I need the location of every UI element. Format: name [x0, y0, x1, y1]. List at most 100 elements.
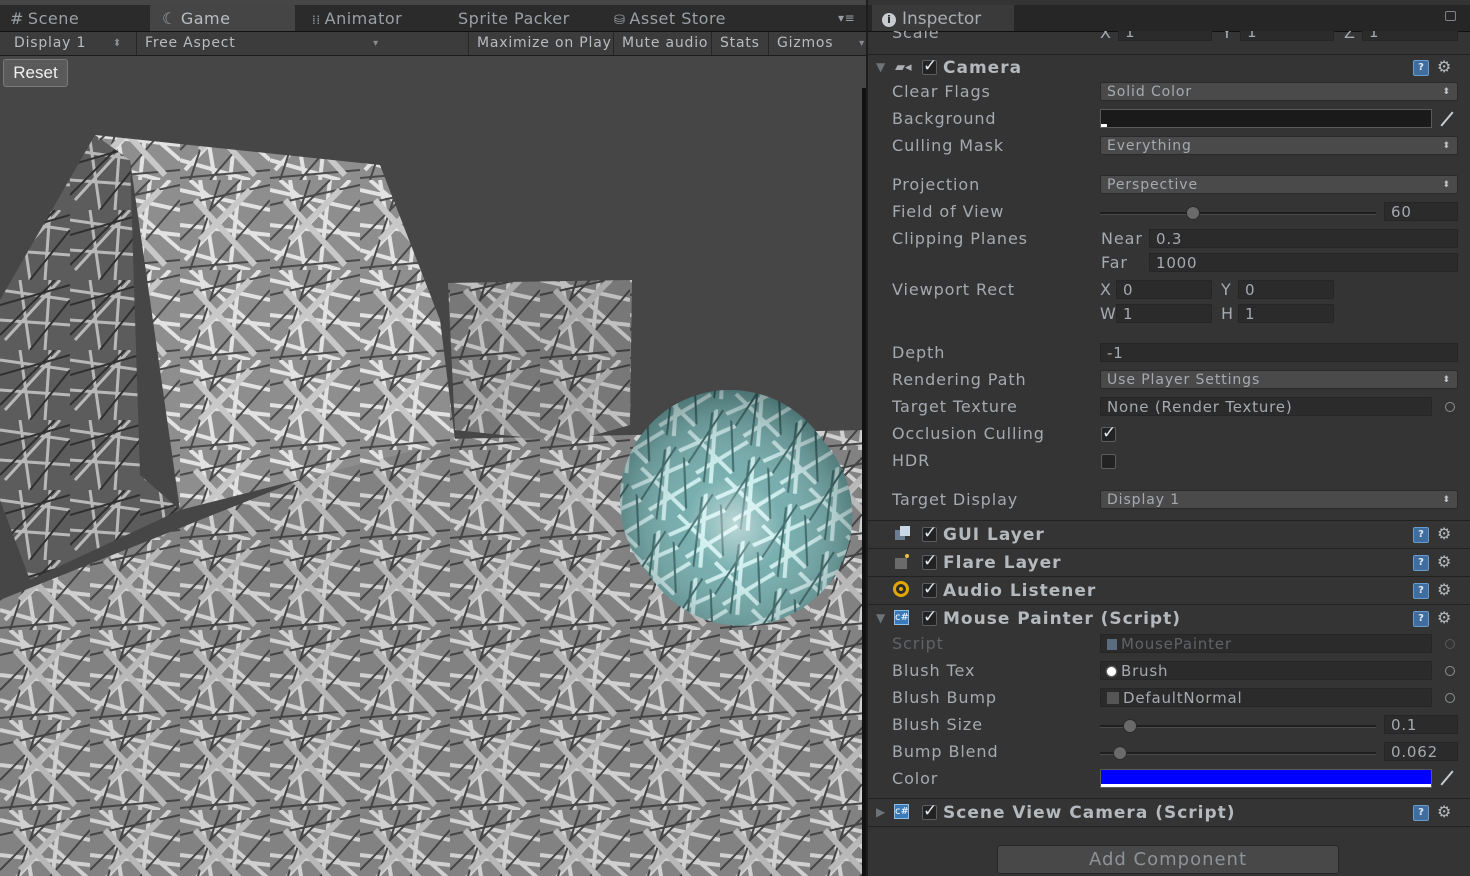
foldout-closed-icon[interactable]: ▶	[876, 805, 885, 819]
audio-listener-header[interactable]: Audio Listener ? ⚙	[868, 576, 1470, 604]
mouse-painter-enabled-checkbox[interactable]	[922, 607, 937, 627]
foldout-open-icon[interactable]: ▼	[876, 611, 885, 625]
occlusion-culling-checkbox[interactable]	[1101, 423, 1116, 443]
viewport-y-field[interactable]: 0	[1238, 280, 1334, 299]
background-color-swatch[interactable]	[1100, 109, 1432, 128]
add-component-button[interactable]: Add Component	[997, 845, 1339, 874]
bump-blend-slider-thumb[interactable]	[1113, 746, 1127, 760]
stats-toggle[interactable]: Stats	[711, 32, 760, 55]
rendering-path-dropdown[interactable]: Use Player Settings ⬍	[1100, 370, 1458, 389]
reset-button[interactable]: Reset	[3, 59, 68, 87]
script-icon: c#	[894, 610, 909, 625]
camera-header[interactable]: ▼ ▰◂ Camera ? ⚙	[868, 54, 1470, 82]
tab-sprite-packer[interactable]: Sprite Packer	[458, 5, 570, 31]
help-icon[interactable]: ?	[1413, 527, 1429, 543]
chevron-down-icon: ▾	[373, 38, 379, 49]
viewport-x-field[interactable]: 0	[1116, 280, 1212, 299]
scale-z-field[interactable]: 1	[1362, 31, 1458, 41]
clear-flags-dropdown[interactable]: Solid Color ⬍	[1100, 82, 1458, 101]
tab-scene-label: Scene	[27, 9, 80, 28]
display-dropdown[interactable]: Display 1 ⬍	[14, 32, 130, 55]
blush-size-slider[interactable]	[1100, 725, 1376, 728]
updown-arrow-icon: ⬍	[1442, 180, 1451, 190]
maximize-on-play-label: Maximize on Play	[477, 35, 612, 51]
object-picker-icon	[1445, 639, 1455, 649]
script-file-icon	[1107, 639, 1117, 650]
gui-layer-header[interactable]: GUI Layer ? ⚙	[868, 520, 1470, 548]
flare-layer-header[interactable]: Flare Layer ? ⚙	[868, 548, 1470, 576]
lock-icon[interactable]	[1445, 11, 1456, 21]
game-viewport[interactable]	[0, 88, 866, 876]
object-picker-icon[interactable]	[1445, 693, 1455, 703]
gizmos-dropdown[interactable]: Gizmos ▾	[768, 32, 867, 55]
help-icon[interactable]: ?	[1413, 611, 1429, 627]
tab-asset-store[interactable]: ⛁ Asset Store	[614, 5, 726, 31]
flare-layer-enabled-checkbox[interactable]	[922, 551, 937, 571]
eyedropper-icon[interactable]	[1440, 770, 1454, 786]
scale-y-label: Y	[1222, 31, 1233, 42]
mute-audio-toggle[interactable]: Mute audio	[613, 32, 708, 55]
panel-menu-icon[interactable]: ▾≡	[838, 5, 855, 31]
updown-arrow-icon: ⬍	[1442, 495, 1451, 505]
alpha-bar	[1101, 124, 1107, 127]
viewport-x-label: X	[1100, 280, 1112, 299]
display-dropdown-label: Display 1	[14, 35, 87, 51]
camera-enabled-checkbox[interactable]	[922, 56, 937, 76]
foldout-open-icon[interactable]: ▼	[876, 60, 885, 74]
far-field[interactable]: 1000	[1149, 253, 1458, 272]
depth-field[interactable]: -1	[1100, 343, 1458, 362]
viewport-h-field[interactable]: 1	[1238, 304, 1334, 323]
transform-scale-row: Scale X 1 Y 1 Z 1	[868, 31, 1470, 43]
help-icon[interactable]: ?	[1413, 583, 1429, 599]
scene-view-camera-enabled-checkbox[interactable]	[922, 801, 937, 821]
field-of-view-value[interactable]: 60	[1384, 202, 1458, 221]
blush-bump-field[interactable]: DefaultNormal	[1100, 688, 1432, 707]
target-display-dropdown[interactable]: Display 1 ⬍	[1100, 490, 1458, 509]
help-icon[interactable]: ?	[1413, 805, 1429, 821]
eyedropper-icon[interactable]	[1440, 111, 1454, 127]
scale-x-field[interactable]: 1	[1118, 31, 1212, 41]
gear-icon[interactable]: ⚙	[1437, 554, 1451, 570]
culling-mask-value: Everything	[1107, 138, 1192, 154]
mouse-painter-header[interactable]: ▼ c# Mouse Painter (Script) ? ⚙	[868, 604, 1470, 632]
gear-icon[interactable]: ⚙	[1437, 610, 1451, 626]
aspect-dropdown[interactable]: Free Aspect ▾	[136, 32, 385, 55]
viewport-w-field[interactable]: 1	[1116, 304, 1212, 323]
audio-listener-enabled-checkbox[interactable]	[922, 579, 937, 599]
scale-y-field[interactable]: 1	[1240, 31, 1334, 41]
gear-icon[interactable]: ⚙	[1437, 582, 1451, 598]
info-icon: i	[882, 13, 896, 27]
object-picker-icon[interactable]	[1445, 666, 1455, 676]
flare-layer-icon	[895, 554, 911, 570]
projection-dropdown[interactable]: Perspective ⬍	[1100, 175, 1458, 194]
bump-blend-slider[interactable]	[1100, 752, 1376, 755]
tab-sprite-packer-label: Sprite Packer	[458, 9, 570, 28]
culling-mask-dropdown[interactable]: Everything ⬍	[1100, 136, 1458, 155]
maximize-on-play-toggle[interactable]: Maximize on Play	[468, 32, 612, 55]
field-of-view-slider[interactable]	[1100, 212, 1376, 215]
blush-tex-field[interactable]: Brush	[1100, 661, 1432, 680]
blush-size-value[interactable]: 0.1	[1384, 715, 1458, 734]
help-icon[interactable]: ?	[1413, 60, 1429, 76]
blush-size-slider-thumb[interactable]	[1123, 719, 1137, 733]
tab-scene[interactable]: # Scene	[10, 5, 79, 31]
scene-view-camera-header[interactable]: ▶ c# Scene View Camera (Script) ? ⚙	[868, 798, 1470, 826]
gui-layer-enabled-checkbox[interactable]	[922, 523, 937, 543]
color-swatch[interactable]	[1100, 769, 1432, 788]
gear-icon[interactable]: ⚙	[1437, 59, 1451, 75]
help-icon[interactable]: ?	[1413, 555, 1429, 571]
gear-icon[interactable]: ⚙	[1437, 526, 1451, 542]
target-texture-field[interactable]: None (Render Texture)	[1100, 397, 1432, 416]
hdr-checkbox[interactable]	[1101, 454, 1116, 469]
tab-game[interactable]: ☾ Game	[150, 5, 295, 31]
tab-inspector-label: Inspector	[902, 9, 982, 29]
bump-blend-value[interactable]: 0.062	[1384, 742, 1458, 761]
blush-tex-value: Brush	[1121, 662, 1169, 680]
field-of-view-slider-thumb[interactable]	[1186, 206, 1200, 220]
near-field[interactable]: 0.3	[1149, 229, 1458, 248]
updown-arrow-icon: ⬍	[1442, 375, 1451, 385]
tab-inspector[interactable]: i Inspector	[872, 5, 1014, 31]
tab-animator[interactable]: ⁞⁞ Animator	[312, 5, 402, 31]
object-picker-icon[interactable]	[1445, 402, 1455, 412]
gear-icon[interactable]: ⚙	[1437, 804, 1451, 820]
